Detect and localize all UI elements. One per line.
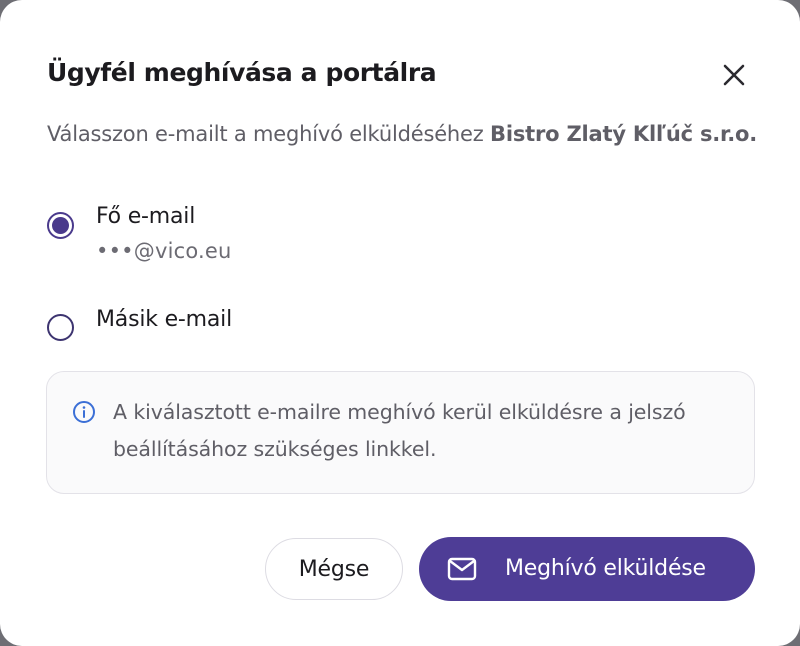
company-name: Bistro Zlatý Klľúč s.r.o. [490, 122, 757, 146]
mail-icon [447, 557, 477, 581]
radio-other-email[interactable] [47, 314, 74, 341]
info-box: A kiválasztott e-mailre meghívó kerül el… [46, 371, 755, 494]
subtitle-prefix: Válasszon e-mailt a meghívó elküldéséhez [47, 122, 491, 146]
close-icon [723, 64, 745, 86]
dialog-title: Ügyfél meghívása a portálra [47, 58, 437, 87]
invite-dialog: Ügyfél meghívása a portálra Válasszon e-… [0, 0, 800, 646]
dialog-subtitle: Válasszon e-mailt a meghívó elküldéséhez… [47, 116, 767, 153]
option-main-email-label[interactable]: Fő e-mail [96, 202, 195, 232]
info-text: A kiválasztott e-mailre meghívó kerül el… [113, 400, 686, 461]
send-invite-button[interactable]: Meghívó elküldése [419, 537, 755, 601]
send-invite-button-label: Meghívó elküldése [505, 556, 706, 581]
radio-main-email[interactable] [47, 212, 74, 239]
cancel-button-label: Mégse [298, 556, 370, 582]
cancel-button[interactable]: Mégse [265, 538, 403, 600]
close-button[interactable] [716, 57, 752, 93]
option-other-email-label[interactable]: Másik e-mail [96, 305, 232, 335]
info-icon [73, 401, 95, 423]
option-main-email-address: •••@vico.eu [96, 239, 232, 263]
